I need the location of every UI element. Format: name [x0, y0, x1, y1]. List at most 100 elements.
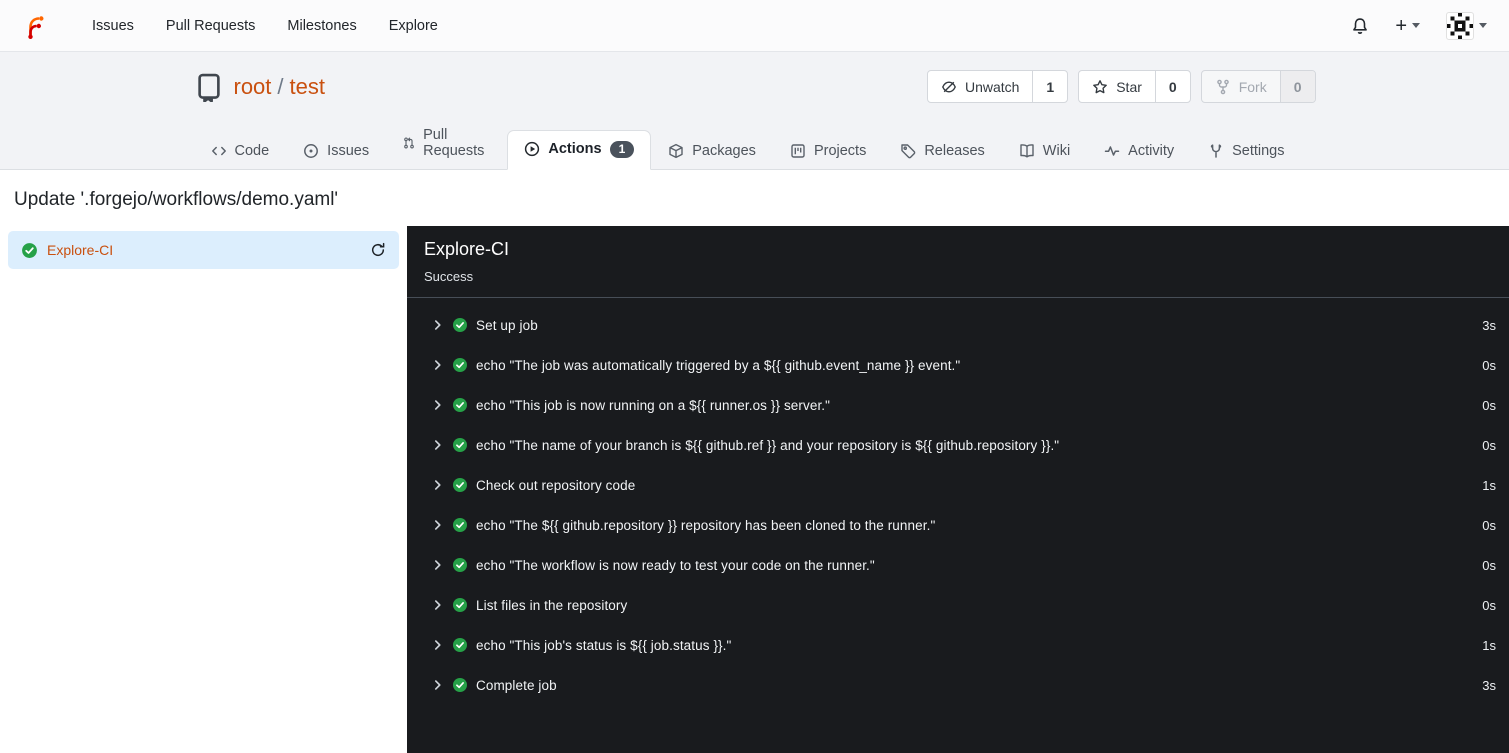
fork-label: Fork: [1238, 78, 1267, 95]
chevron-right-icon[interactable]: [431, 398, 445, 412]
chevron-right-icon[interactable]: [431, 358, 445, 372]
tab-code[interactable]: Code: [194, 132, 287, 170]
repo-header: root / test Unwatch 1 Star 0 Fork 0 Code…: [0, 52, 1509, 170]
check-circle-icon: [452, 517, 468, 533]
tab-actions[interactable]: Actions 1: [507, 129, 652, 170]
step-duration: 0s: [1482, 437, 1496, 453]
repo-book-icon: [194, 72, 224, 102]
job-status-text: Success: [424, 269, 474, 284]
check-circle-icon: [452, 597, 468, 613]
check-circle-icon: [452, 677, 468, 693]
watch-count[interactable]: 1: [1032, 71, 1067, 102]
eye-slash-icon: [941, 79, 957, 95]
chevron-down-icon: [1479, 23, 1487, 28]
navbar-right: +: [1351, 11, 1487, 40]
check-circle-icon: [452, 557, 468, 573]
step-duration: 3s: [1482, 317, 1496, 333]
check-circle-icon: [21, 242, 38, 259]
avatar: [1446, 11, 1474, 40]
step-row[interactable]: echo "The workflow is now ready to test …: [407, 545, 1509, 585]
step-duration: 0s: [1482, 357, 1496, 373]
check-circle-icon: [452, 397, 468, 413]
step-row[interactable]: Check out repository code 1s: [407, 465, 1509, 505]
chevron-right-icon[interactable]: [431, 518, 445, 532]
nav-link-issues[interactable]: Issues: [76, 9, 150, 43]
chevron-right-icon[interactable]: [431, 558, 445, 572]
step-row[interactable]: List files in the repository 0s: [407, 585, 1509, 625]
step-duration: 0s: [1482, 597, 1496, 613]
forgejo-logo-icon[interactable]: [22, 13, 48, 39]
fork-button: Fork 0: [1200, 70, 1316, 103]
star-count[interactable]: 0: [1154, 71, 1190, 102]
user-menu[interactable]: [1446, 11, 1487, 40]
step-row[interactable]: echo "This job's status is ${{ job.statu…: [407, 625, 1509, 665]
step-row[interactable]: echo "The ${{ github.repository }} repos…: [407, 505, 1509, 545]
breadcrumb-separator: /: [277, 73, 284, 99]
step-row[interactable]: Set up job 3s: [407, 305, 1509, 345]
chevron-right-icon[interactable]: [431, 598, 445, 612]
tab-packages[interactable]: Packages: [651, 132, 773, 170]
chevron-right-icon[interactable]: [431, 638, 445, 652]
step-row[interactable]: echo "The name of your branch is ${{ git…: [407, 425, 1509, 465]
step-row[interactable]: Complete job 3s: [407, 665, 1509, 705]
tab-projects[interactable]: Projects: [773, 132, 883, 170]
repo-action-buttons: Unwatch 1 Star 0 Fork 0: [917, 70, 1316, 103]
chevron-right-icon[interactable]: [431, 438, 445, 452]
step-row[interactable]: echo "The job was automatically triggere…: [407, 345, 1509, 385]
step-duration: 1s: [1482, 637, 1496, 653]
tab-releases[interactable]: Releases: [883, 132, 1001, 170]
fork-icon: [1215, 79, 1231, 95]
nav-link-pull-requests[interactable]: Pull Requests: [150, 9, 271, 43]
step-duration: 1s: [1482, 477, 1496, 493]
tab-wiki[interactable]: Wiki: [1002, 132, 1087, 170]
job-name-label: Explore-CI: [47, 242, 114, 258]
tab-activity[interactable]: Activity: [1087, 132, 1191, 170]
step-name: echo "This job is now running on a ${{ r…: [476, 397, 831, 413]
repo-name-link[interactable]: test: [290, 74, 325, 100]
tab-pull-requests[interactable]: Pull Requests: [386, 116, 507, 170]
tab-label: Projects: [813, 143, 867, 159]
tab-label: Wiki: [1042, 143, 1071, 159]
breadcrumb: root / test: [234, 74, 326, 100]
plus-icon: +: [1395, 14, 1407, 37]
step-name: echo "This job's status is ${{ job.statu…: [476, 637, 732, 653]
step-duration: 3s: [1482, 677, 1496, 693]
tab-settings[interactable]: Settings: [1191, 132, 1301, 170]
step-name: Complete job: [476, 677, 557, 693]
chevron-right-icon[interactable]: [431, 678, 445, 692]
nav-link-milestones[interactable]: Milestones: [271, 9, 372, 43]
step-row[interactable]: echo "This job is now running on a ${{ r…: [407, 385, 1509, 425]
tab-label: Code: [234, 143, 270, 159]
star-button[interactable]: Star 0: [1078, 70, 1191, 103]
step-name: echo "The job was automatically triggere…: [476, 357, 961, 373]
chevron-right-icon[interactable]: [431, 478, 445, 492]
star-label: Star: [1116, 78, 1142, 95]
step-name: List files in the repository: [476, 597, 628, 613]
check-circle-icon: [452, 317, 468, 333]
tab-label: Releases: [924, 143, 985, 159]
actions-count-badge: 1: [609, 140, 635, 158]
sidebar-job-explore-ci[interactable]: Explore-CI: [8, 231, 399, 269]
repo-tabs: Code Issues Pull Requests Actions 1 Pack…: [194, 116, 1316, 170]
refresh-icon[interactable]: [370, 242, 386, 258]
check-circle-icon: [452, 357, 468, 373]
create-new-button[interactable]: +: [1395, 16, 1420, 36]
tab-issues[interactable]: Issues: [286, 132, 386, 170]
nav-link-explore[interactable]: Explore: [373, 9, 454, 43]
step-name: echo "The ${{ github.repository }} repos…: [476, 517, 936, 533]
check-circle-icon: [452, 477, 468, 493]
unwatch-button[interactable]: Unwatch 1: [926, 70, 1069, 103]
top-navbar: Issues Pull Requests Milestones Explore …: [0, 0, 1509, 52]
step-duration: 0s: [1482, 557, 1496, 573]
notifications-bell-icon[interactable]: [1351, 17, 1369, 35]
chevron-right-icon[interactable]: [431, 318, 445, 332]
step-name: echo "The name of your branch is ${{ git…: [476, 437, 1060, 453]
step-name: Check out repository code: [476, 477, 636, 493]
step-duration: 0s: [1482, 517, 1496, 533]
tab-label: Activity: [1128, 143, 1175, 159]
check-circle-icon: [452, 637, 468, 653]
repo-owner-link[interactable]: root: [234, 74, 272, 100]
chevron-down-icon: [1412, 23, 1420, 28]
tab-label: Packages: [692, 143, 756, 159]
page-title: Update '.forgejo/workflows/demo.yaml': [14, 189, 339, 210]
